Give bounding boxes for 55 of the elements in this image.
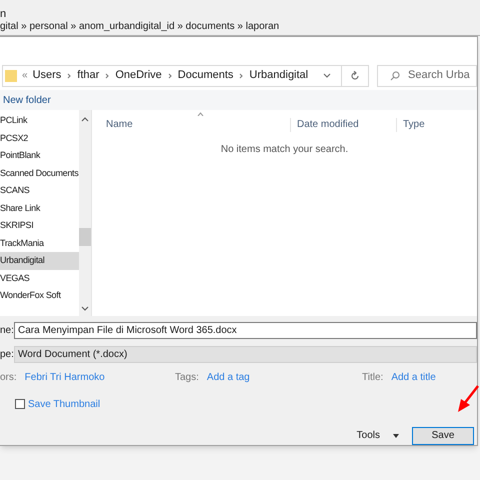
breadcrumb[interactable]: fthar	[77, 67, 100, 84]
breadcrumb[interactable]: Urbandigital	[249, 67, 308, 84]
pointer-arrow-icon	[456, 384, 480, 414]
empty-message: No items match your search.	[220, 143, 348, 158]
nav-item[interactable]: SCANS	[0, 182, 79, 200]
nav-item[interactable]: SKRIPSI	[0, 217, 79, 235]
field-label: ne:	[0, 324, 14, 338]
address-bar[interactable]: « Users fthar OneDrive Documents Urbandigital	[2, 64, 369, 87]
nav-item[interactable]: PointBlank	[0, 147, 79, 165]
chevron-icon	[104, 72, 110, 79]
metadata-label: Tags:	[175, 370, 199, 385]
refresh-icon[interactable]	[350, 70, 360, 81]
scroll-down-icon[interactable]	[81, 306, 89, 312]
dropdown-icon[interactable]	[323, 72, 331, 79]
metadata-label: ors:	[0, 370, 17, 385]
search-icon	[390, 70, 400, 81]
new-folder-button[interactable]: New folder	[3, 92, 51, 108]
nav-item[interactable]: PCLink	[0, 112, 79, 130]
metadata-link[interactable]: Febri Tri Harmoko	[24, 370, 105, 385]
search-field[interactable]: Search Urba	[377, 64, 477, 87]
nav-item[interactable]: Scanned Documents	[0, 164, 79, 182]
metadata-link[interactable]: Add a title	[391, 370, 436, 385]
field-label: pe:	[0, 348, 14, 362]
window-title: n	[0, 7, 8, 21]
file-type-dropdown[interactable]: Word Document (*.docx)	[14, 346, 477, 363]
chevron-icon	[166, 72, 173, 79]
nav-item[interactable]: Share Link	[0, 200, 79, 218]
nav-item[interactable]: PCSX2	[0, 130, 79, 148]
overflow-chevron[interactable]: «	[22, 68, 28, 84]
metadata-label: Title:	[362, 370, 384, 385]
nav-item[interactable]: Urbandigital	[0, 252, 79, 270]
checkbox-label[interactable]: Save Thumbnail	[28, 396, 100, 412]
nav-item[interactable]: TrackMania	[0, 234, 79, 252]
folder-icon	[5, 68, 17, 83]
column-header[interactable]: Date modified	[290, 118, 396, 132]
scroll-up-icon[interactable]	[81, 116, 89, 122]
scrollbar[interactable]	[79, 110, 91, 316]
file-name-field[interactable]: Cara Menyimpan File di Microsoft Word 365.docx	[14, 322, 477, 339]
nav-item[interactable]: VEGAS	[0, 270, 79, 288]
save-button[interactable]: Save	[412, 426, 474, 445]
breadcrumb[interactable]: OneDrive	[115, 67, 162, 84]
column-header[interactable]: Type	[396, 118, 477, 132]
breadcrumb[interactable]: Documents	[178, 67, 234, 84]
sort-icon	[197, 112, 204, 116]
metadata-link[interactable]: Add a tag	[206, 370, 250, 385]
column-header[interactable]: Name	[92, 118, 290, 132]
caret-icon[interactable]	[393, 434, 399, 438]
chevron-icon	[66, 72, 72, 79]
tools-label[interactable]: Tools	[356, 428, 380, 444]
nav-item[interactable]: WonderFox Soft	[0, 287, 79, 305]
breadcrumb[interactable]: Users	[32, 67, 62, 84]
checkbox[interactable]	[15, 399, 25, 410]
scroll-thumb[interactable]	[79, 228, 91, 246]
path-text: gital » personal » anom_urbandigital_id » documents » laporan	[0, 21, 280, 33]
chevron-icon	[238, 72, 244, 79]
